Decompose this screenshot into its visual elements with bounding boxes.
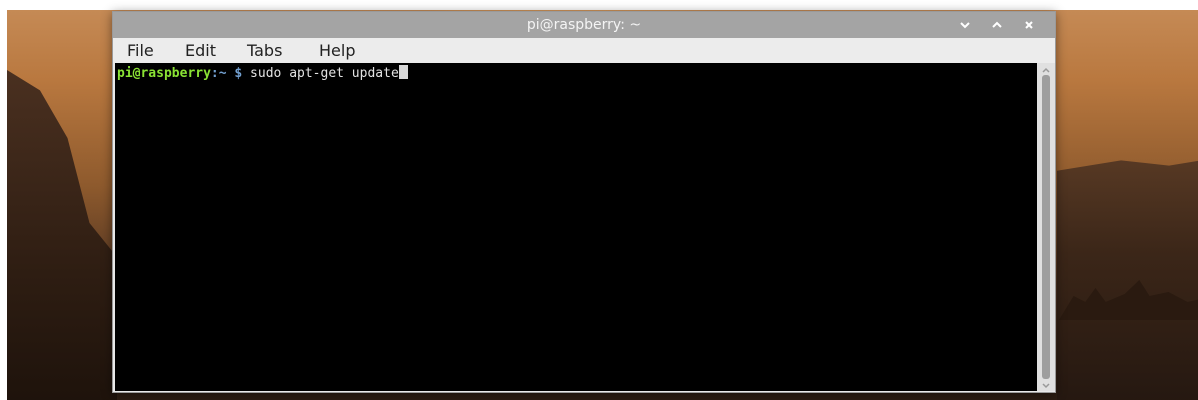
menu-help[interactable]: Help: [319, 38, 355, 63]
command-text: sudo apt-get update: [242, 66, 399, 81]
chevron-up-icon: [992, 21, 1002, 28]
menubar: File Edit Tabs Help: [113, 38, 1055, 63]
terminal-window: pi@raspberry: ~ File Edit Tabs Help pi@r…: [112, 11, 1056, 393]
wallpaper-hill: [1057, 157, 1198, 400]
maximize-button[interactable]: [987, 15, 1007, 35]
text-cursor: [398, 65, 408, 79]
wallpaper-hill: [7, 70, 117, 400]
scroll-up-button[interactable]: [1037, 63, 1055, 75]
terminal-output[interactable]: pi@raspberry:~ $ sudo apt-get update: [115, 63, 1037, 391]
menu-edit[interactable]: Edit: [185, 38, 216, 63]
chevron-down-icon: [1042, 383, 1050, 389]
chevron-down-icon: [960, 22, 970, 29]
titlebar[interactable]: pi@raspberry: ~: [113, 12, 1055, 38]
menu-file[interactable]: File: [127, 38, 154, 63]
prompt-sign: $: [226, 66, 243, 81]
close-button[interactable]: [1019, 15, 1039, 35]
scroll-down-button[interactable]: [1037, 379, 1055, 391]
menu-tabs[interactable]: Tabs: [247, 38, 282, 63]
prompt-user: pi@raspberry: [117, 66, 211, 81]
scrollbar-thumb[interactable]: [1042, 75, 1050, 379]
prompt-path: :~: [210, 66, 227, 81]
minimize-button[interactable]: [955, 15, 975, 35]
window-title: pi@raspberry: ~: [526, 17, 642, 33]
close-icon: [1025, 21, 1033, 29]
scrollbar[interactable]: [1037, 63, 1055, 391]
